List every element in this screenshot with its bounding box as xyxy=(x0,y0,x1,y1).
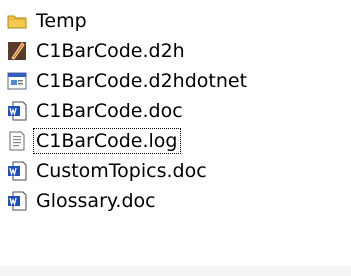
file-name: C1BarCode.log xyxy=(33,128,181,154)
file-name: Glossary.doc xyxy=(36,190,156,212)
file-item-log[interactable]: C1BarCode.log xyxy=(6,126,249,156)
file-item-c1barcode-doc[interactable]: C1BarCode.doc xyxy=(6,96,249,126)
file-name: CustomTopics.doc xyxy=(36,160,207,182)
file-item-temp[interactable]: Temp xyxy=(6,6,249,36)
panel-bottom-edge xyxy=(0,266,351,276)
file-name: C1BarCode.d2hdotnet xyxy=(36,70,248,92)
file-list: Temp C1BarCode.d2h C1BarCode.d2hdotnet C… xyxy=(6,6,249,216)
file-name: C1BarCode.d2h xyxy=(36,40,185,62)
file-name: C1BarCode.doc xyxy=(36,100,183,122)
folder-icon xyxy=(6,10,28,32)
application-window-icon xyxy=(6,70,28,92)
file-name: Temp xyxy=(36,10,87,32)
text-document-icon xyxy=(6,130,28,152)
file-item-glossary-doc[interactable]: Glossary.doc xyxy=(6,186,249,216)
quill-pen-icon xyxy=(6,40,28,62)
file-item-customtopics-doc[interactable]: CustomTopics.doc xyxy=(6,156,249,186)
word-document-icon xyxy=(6,160,28,182)
file-item-d2hdotnet[interactable]: C1BarCode.d2hdotnet xyxy=(6,66,249,96)
word-document-icon xyxy=(6,190,28,212)
file-item-d2h[interactable]: C1BarCode.d2h xyxy=(6,36,249,66)
word-document-icon xyxy=(6,100,28,122)
file-list-panel: Temp C1BarCode.d2h C1BarCode.d2hdotnet C… xyxy=(0,0,351,276)
